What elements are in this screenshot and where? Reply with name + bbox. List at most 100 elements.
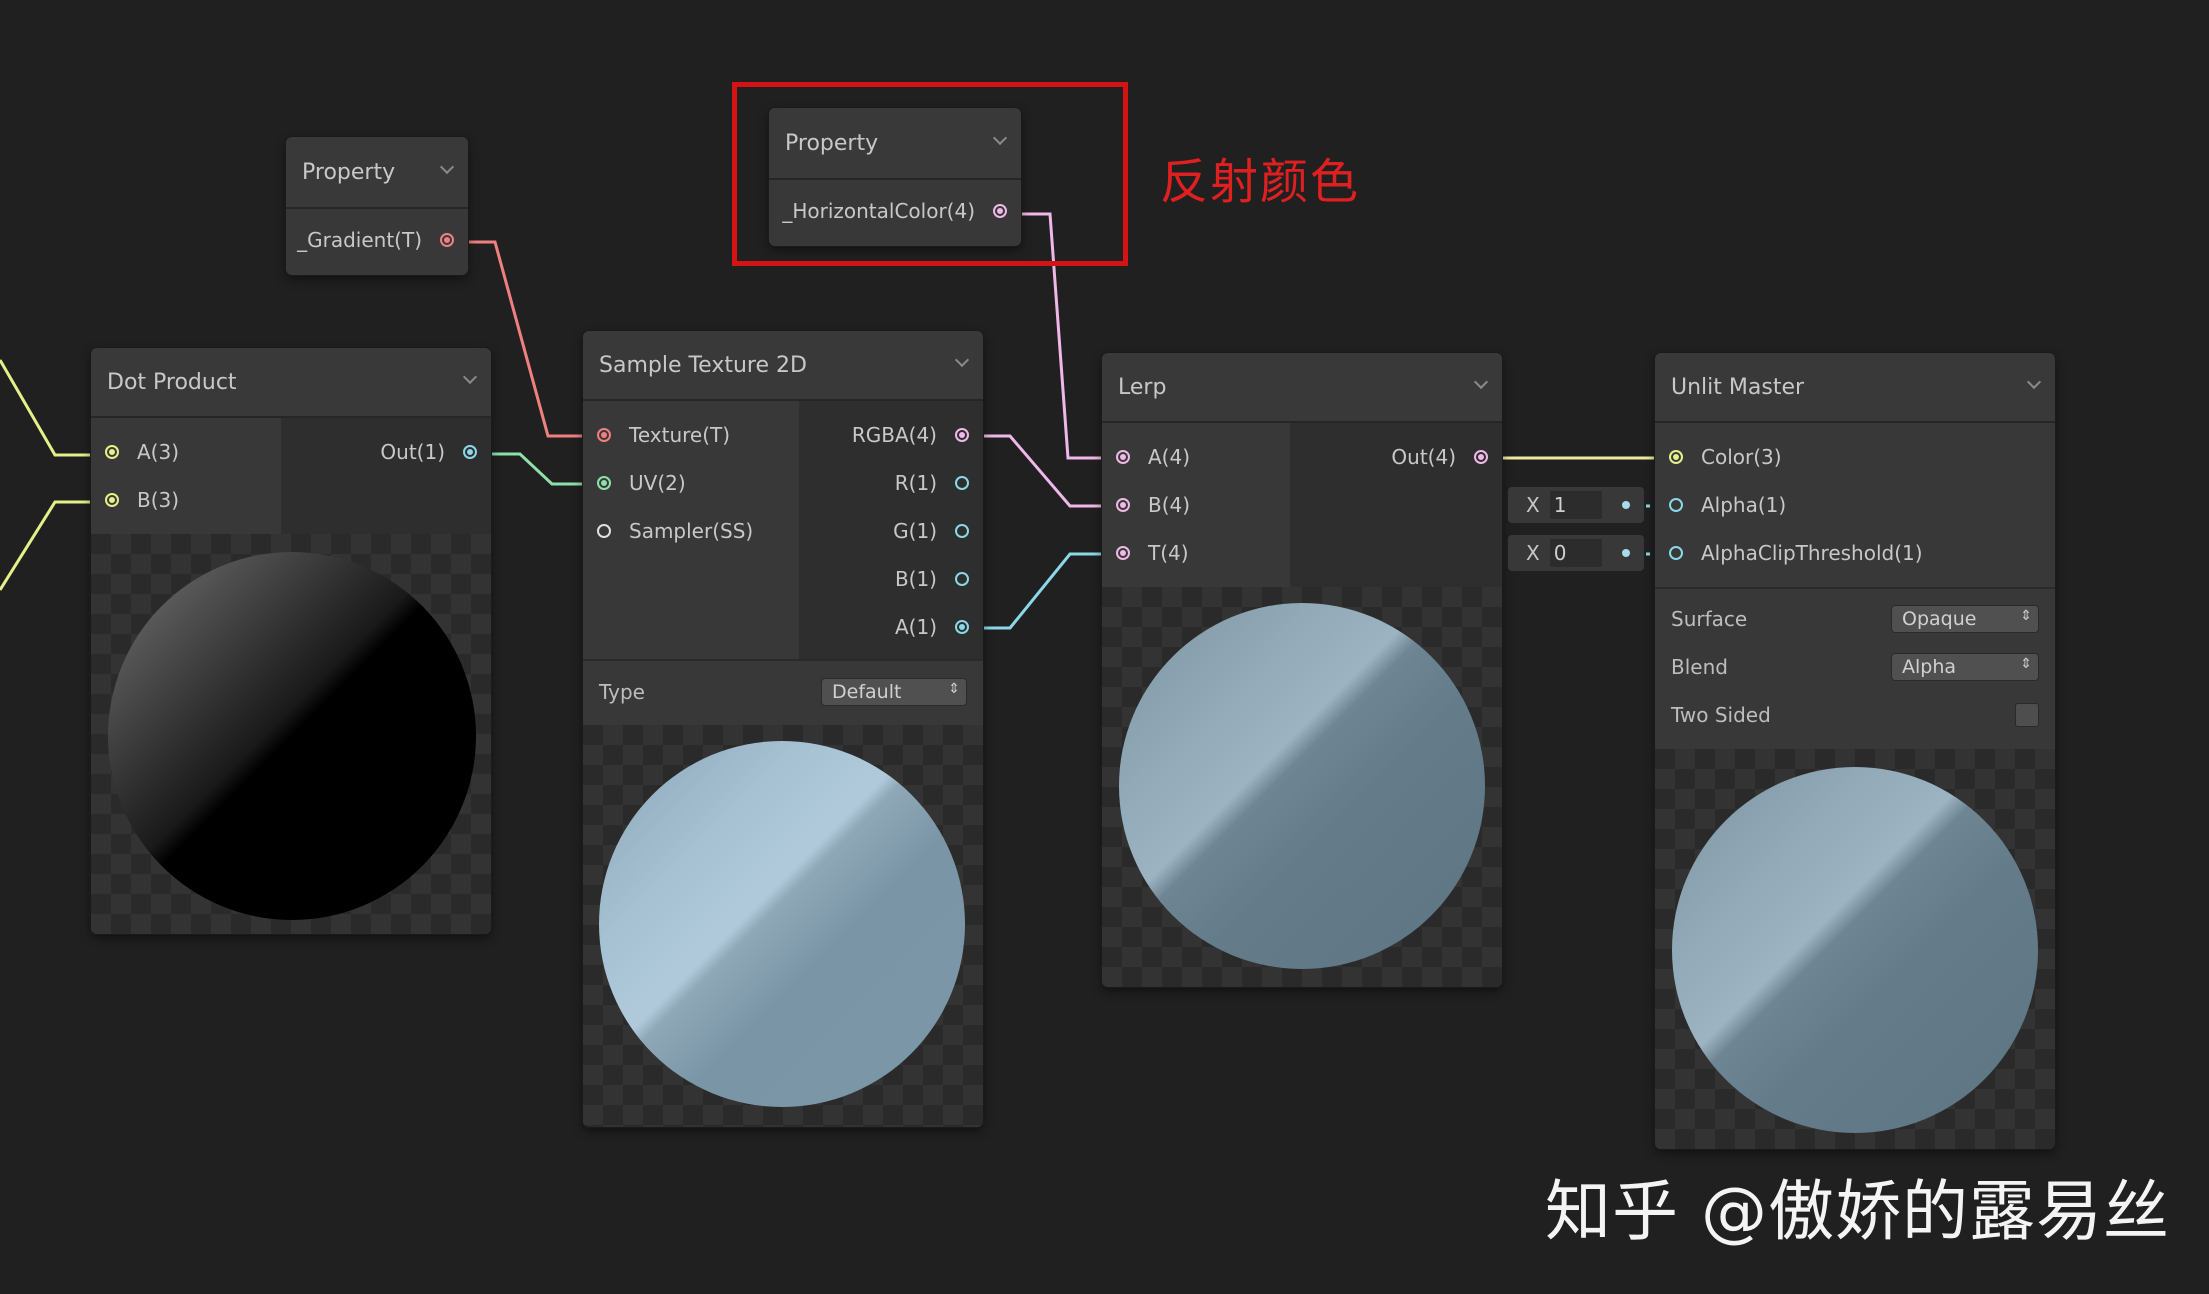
output-port[interactable] [955, 476, 969, 490]
output-port[interactable] [955, 524, 969, 538]
input-slot-b[interactable]: B(4) [1102, 481, 1290, 529]
input-slot-b[interactable]: B(3) [91, 476, 281, 524]
node-preview [1102, 587, 1502, 987]
output-port[interactable] [440, 233, 454, 247]
slot-label: _Gradient(T) [297, 228, 422, 252]
wire-rgba-lerp-b [968, 434, 1112, 508]
slot-label: G(1) [893, 519, 937, 543]
type-dropdown-value: Default [832, 681, 902, 703]
input-slot-a[interactable]: A(4) [1102, 433, 1290, 481]
output-port[interactable] [955, 572, 969, 586]
input-port[interactable] [105, 445, 119, 459]
blend-dropdown-value: Alpha [1902, 656, 1957, 678]
slots-area: Color(3) Alpha(1) AlphaClipThreshold(1) [1655, 423, 2055, 587]
output-slot-b[interactable]: B(1) [799, 555, 983, 603]
blend-dropdown[interactable]: Alpha [1891, 653, 2039, 681]
node-title-text: Lerp [1118, 374, 1167, 400]
chevron-down-icon[interactable] [463, 372, 477, 386]
type-label: Type [599, 680, 645, 704]
output-port[interactable] [463, 445, 477, 459]
input-port[interactable] [1116, 546, 1130, 560]
slot-label: UV(2) [629, 471, 686, 495]
wire-left-b [0, 500, 96, 591]
surface-dropdown[interactable]: Opaque [1891, 605, 2039, 633]
slot-label: A(4) [1148, 445, 1191, 469]
node-title-text: Dot Product [107, 369, 237, 395]
output-column: RGBA(4) R(1) G(1) B(1) A(1) [799, 401, 983, 659]
node-title[interactable]: Property [286, 137, 468, 209]
axis-label: X [1526, 541, 1540, 565]
node-preview [91, 534, 491, 934]
input-port[interactable] [1669, 450, 1683, 464]
dot-product-node[interactable]: Dot Product A(3) B(3) Out(1) [91, 348, 491, 934]
input-slot-t[interactable]: T(4) [1102, 529, 1290, 577]
output-slot-out[interactable]: Out(1) [281, 428, 491, 476]
output-slot-gradient[interactable]: _Gradient(T) [286, 209, 468, 271]
input-port[interactable] [1116, 450, 1130, 464]
type-row: Type Default [583, 661, 983, 723]
surface-label: Surface [1671, 607, 1748, 631]
chevron-down-icon[interactable] [2027, 377, 2041, 391]
output-column: Out(1) [281, 418, 491, 534]
chevron-down-icon[interactable] [440, 162, 454, 176]
input-port[interactable] [597, 476, 611, 490]
annotation-highlight-box [732, 82, 1128, 266]
two-sided-checkbox[interactable] [2015, 703, 2039, 727]
preview-sphere [599, 741, 965, 1107]
output-slot-out[interactable]: Out(4) [1290, 433, 1502, 481]
chevron-down-icon[interactable] [955, 355, 969, 369]
slot-label: A(3) [137, 440, 180, 464]
slot-label: Out(1) [380, 440, 445, 464]
property-gradient-node[interactable]: Property _Gradient(T) [286, 137, 468, 275]
input-slot-a[interactable]: A(3) [91, 428, 281, 476]
slot-label: Texture(T) [629, 423, 731, 447]
input-column: Texture(T) UV(2) Sampler(SS) [583, 401, 799, 659]
input-slot-texture[interactable]: Texture(T) [583, 411, 799, 459]
output-port[interactable] [955, 620, 969, 634]
output-port[interactable] [955, 428, 969, 442]
input-slot-uv[interactable]: UV(2) [583, 459, 799, 507]
blend-row: Blend Alpha [1655, 643, 2055, 691]
slots-area: A(3) B(3) Out(1) [91, 418, 491, 534]
alpha-value-input[interactable]: 1 [1549, 491, 1602, 519]
preview-sphere [1119, 603, 1485, 969]
slot-label: Color(3) [1701, 445, 1782, 469]
slot-label: B(3) [137, 488, 180, 512]
surface-row: Surface Opaque [1655, 595, 2055, 643]
alpha-clip-value-input[interactable]: 0 [1549, 539, 1602, 567]
output-slot-g[interactable]: G(1) [799, 507, 983, 555]
sample-texture-2d-node[interactable]: Sample Texture 2D Texture(T) UV(2) Sampl… [583, 331, 983, 1127]
unlit-master-node[interactable]: Unlit Master Color(3) Alpha(1) AlphaClip… [1655, 353, 2055, 1149]
input-port[interactable] [597, 524, 611, 538]
input-port[interactable] [1669, 546, 1683, 560]
slot-label: RGBA(4) [851, 423, 937, 447]
input-slot-alpha-clip[interactable]: AlphaClipThreshold(1) [1655, 529, 2055, 577]
input-port[interactable] [105, 493, 119, 507]
slot-label: Out(4) [1391, 445, 1456, 469]
output-port[interactable] [1474, 450, 1488, 464]
blend-label: Blend [1671, 655, 1728, 679]
type-dropdown[interactable]: Default [821, 678, 967, 706]
input-port[interactable] [597, 428, 611, 442]
node-preview [1655, 749, 2055, 1149]
input-port[interactable] [1116, 498, 1130, 512]
node-title[interactable]: Dot Product [91, 348, 491, 418]
input-slot-alpha[interactable]: Alpha(1) [1655, 481, 2055, 529]
node-title[interactable]: Sample Texture 2D [583, 331, 983, 401]
input-slot-sampler[interactable]: Sampler(SS) [583, 507, 799, 555]
input-port[interactable] [1669, 498, 1683, 512]
output-slot-a[interactable]: A(1) [799, 603, 983, 651]
master-settings: Surface Opaque Blend Alpha Two Sided [1655, 587, 2055, 749]
slot-label: Sampler(SS) [629, 519, 754, 543]
input-slot-color[interactable]: Color(3) [1655, 433, 2055, 481]
output-slot-rgba[interactable]: RGBA(4) [799, 411, 983, 459]
output-slot-r[interactable]: R(1) [799, 459, 983, 507]
lerp-node[interactable]: Lerp A(4) B(4) T(4) Out(4) [1102, 353, 1502, 987]
preview-sphere [108, 552, 476, 920]
slot-label: T(4) [1148, 541, 1189, 565]
node-title[interactable]: Unlit Master [1655, 353, 2055, 423]
node-title[interactable]: Lerp [1102, 353, 1502, 423]
wire-alpha-lerp-t [968, 552, 1112, 630]
chevron-down-icon[interactable] [1474, 377, 1488, 391]
surface-dropdown-value: Opaque [1902, 608, 1977, 630]
